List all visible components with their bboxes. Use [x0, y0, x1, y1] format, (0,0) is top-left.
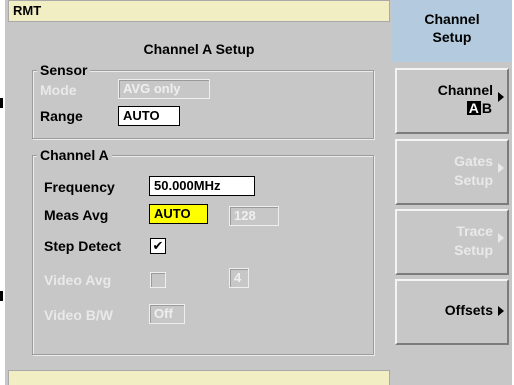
video-avg-label: Video Avg — [44, 272, 112, 288]
softkey-menu-title-line2: Setup — [432, 29, 472, 45]
sensor-group-label: Sensor — [37, 62, 91, 78]
message-bar — [8, 370, 390, 385]
channel-ab-selector: AB — [466, 100, 493, 116]
status-bar: RMT — [8, 0, 390, 22]
mode-field: AVG only — [118, 79, 210, 99]
channel-b-option: B — [481, 100, 492, 116]
video-bw-field: Off — [149, 304, 185, 324]
video-avg-checkbox — [150, 272, 166, 288]
channel-softkey[interactable]: Channel AB — [395, 68, 509, 134]
edge-tick-bottom — [0, 291, 3, 301]
frequency-field[interactable]: 50.000MHz — [149, 176, 255, 196]
trace-setup-softkey: Trace Setup — [395, 209, 509, 275]
softkey-menu-title: Channel Setup — [392, 0, 512, 62]
meas-avg-count-field: 128 — [229, 206, 279, 226]
gates-softkey-line1: Gates — [454, 153, 493, 169]
channel-softkey-label: Channel — [437, 82, 493, 98]
edge-tick-top — [0, 98, 3, 108]
range-label: Range — [40, 108, 83, 124]
offsets-softkey[interactable]: Offsets — [395, 279, 509, 345]
trace-softkey-line1: Trace — [456, 223, 493, 239]
meas-avg-label: Meas Avg — [44, 207, 109, 223]
frequency-label: Frequency — [44, 179, 115, 195]
mode-label: Mode — [40, 82, 77, 98]
step-detect-label: Step Detect — [44, 238, 122, 254]
gates-setup-softkey: Gates Setup — [395, 139, 509, 205]
page-title: Channel A Setup — [143, 41, 255, 57]
instrument-screen: RMT Channel A Setup Sensor Mode AVG only… — [5, 0, 512, 385]
submenu-arrow-icon — [498, 306, 504, 316]
video-bw-label: Video B/W — [44, 307, 113, 323]
range-field[interactable]: AUTO — [118, 106, 180, 126]
channel-a-selected: A — [466, 100, 481, 116]
channel-a-group-label: Channel A — [37, 147, 112, 163]
submenu-arrow-icon — [498, 233, 504, 243]
softkey-menu-title-line1: Channel — [424, 11, 480, 27]
gates-softkey-line2: Setup — [454, 172, 493, 188]
video-avg-field: 4 — [229, 268, 249, 288]
trace-softkey-line2: Setup — [454, 242, 493, 258]
step-detect-checkbox[interactable]: ✔ — [150, 238, 166, 254]
meas-avg-field[interactable]: AUTO — [149, 204, 208, 224]
submenu-arrow-icon — [498, 163, 504, 173]
submenu-arrow-icon — [498, 92, 504, 102]
offsets-softkey-label: Offsets — [444, 302, 493, 318]
remote-indicator: RMT — [13, 3, 42, 18]
